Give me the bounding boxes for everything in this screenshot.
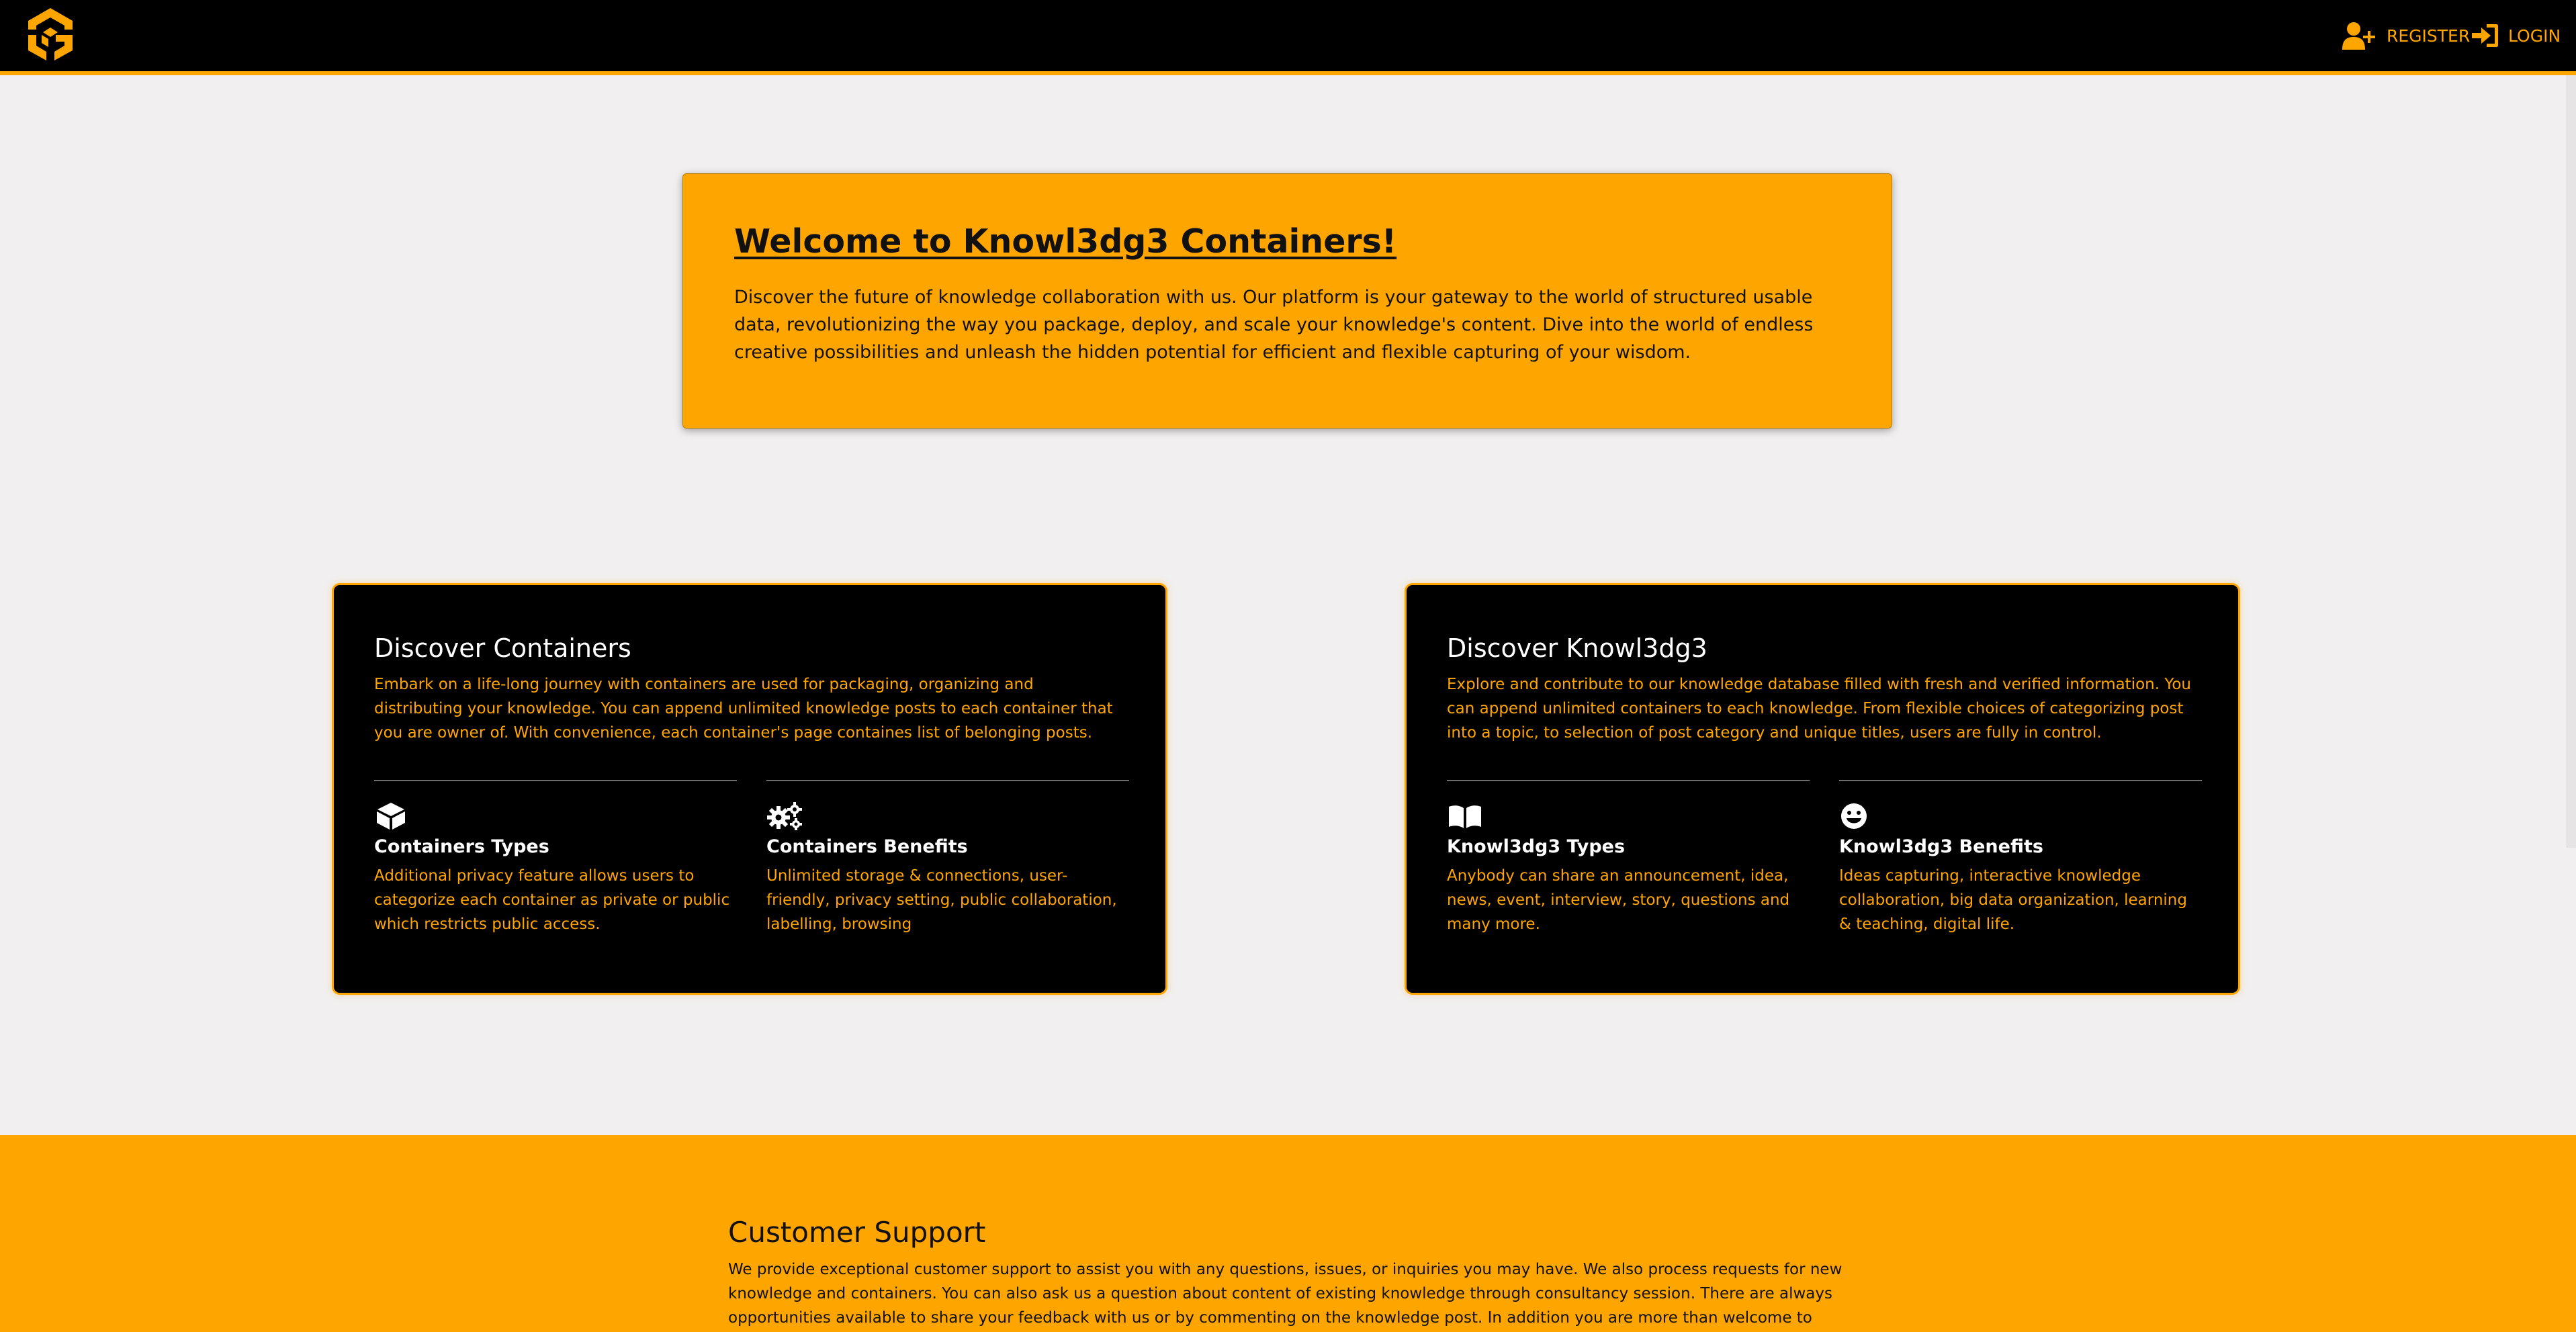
- knowl3dg3-benefits-column: Knowl3dg3 Benefits Ideas capturing, inte…: [1839, 780, 2202, 936]
- sign-in-icon: [2472, 24, 2498, 47]
- knowl3dg3-types-column: Knowl3dg3 Types Anybody can share an ann…: [1447, 780, 1810, 936]
- welcome-text: Discover the future of knowledge collabo…: [734, 287, 1814, 363]
- card-title: Discover Knowl3dg3: [1447, 633, 1707, 663]
- register-link[interactable]: REGISTER: [2342, 19, 2470, 52]
- site-logo[interactable]: [24, 5, 77, 66]
- welcome-banner: Welcome to Knowl3dg3 Containers! Discove…: [682, 173, 1892, 429]
- support-text: We provide exceptional customer support …: [728, 1261, 1842, 1327]
- card-title: Discover Containers: [374, 633, 631, 663]
- login-label: LOGIN: [2508, 26, 2561, 46]
- column-text: Anybody can share an announcement, idea,…: [1447, 867, 1790, 933]
- containers-types-column: Containers Types Additional privacy feat…: [374, 780, 737, 936]
- column-text: Ideas capturing, interactive knowledge c…: [1839, 867, 2187, 933]
- register-label: REGISTER: [2387, 26, 2471, 46]
- column-title: Containers Types: [374, 836, 549, 857]
- column-title: Knowl3dg3 Types: [1447, 836, 1626, 857]
- card-text: Embark on a life-long journey with conta…: [374, 676, 1113, 742]
- cube-logo-icon: [28, 8, 73, 60]
- column-text: Additional privacy feature allows users …: [374, 867, 730, 933]
- discover-containers-card: Discover Containers Embark on a life-lon…: [332, 583, 1167, 995]
- discover-knowl3dg3-card: Discover Knowl3dg3 Explore and contribut…: [1405, 583, 2240, 995]
- top-navbar: REGISTER LOGIN: [0, 0, 2576, 75]
- card-columns: Knowl3dg3 Types Anybody can share an ann…: [1447, 780, 2202, 936]
- column-title: Containers Benefits: [766, 836, 968, 857]
- page-scrollbar[interactable]: [2567, 75, 2576, 848]
- user-plus-icon: [2342, 22, 2375, 50]
- customer-support-section: Customer Support We provide exceptional …: [0, 1135, 2576, 1332]
- cube-icon: [377, 803, 405, 830]
- card-text: Explore and contribute to our knowledge …: [1447, 676, 2192, 742]
- containers-benefits-column: Containers Benefits Unlimited storage & …: [766, 780, 1129, 936]
- column-text: Unlimited storage & connections, user-fr…: [766, 867, 1117, 933]
- support-title: Customer Support: [728, 1216, 986, 1249]
- column-title: Knowl3dg3 Benefits: [1839, 836, 2043, 857]
- login-link[interactable]: LOGIN: [2472, 19, 2561, 52]
- open-book-icon: [1449, 805, 1481, 828]
- card-columns: Containers Types Additional privacy feat…: [374, 780, 1129, 936]
- gears-icon: [767, 802, 802, 830]
- smiley-icon: [1841, 803, 1867, 829]
- welcome-title: Welcome to Knowl3dg3 Containers!: [734, 222, 1397, 261]
